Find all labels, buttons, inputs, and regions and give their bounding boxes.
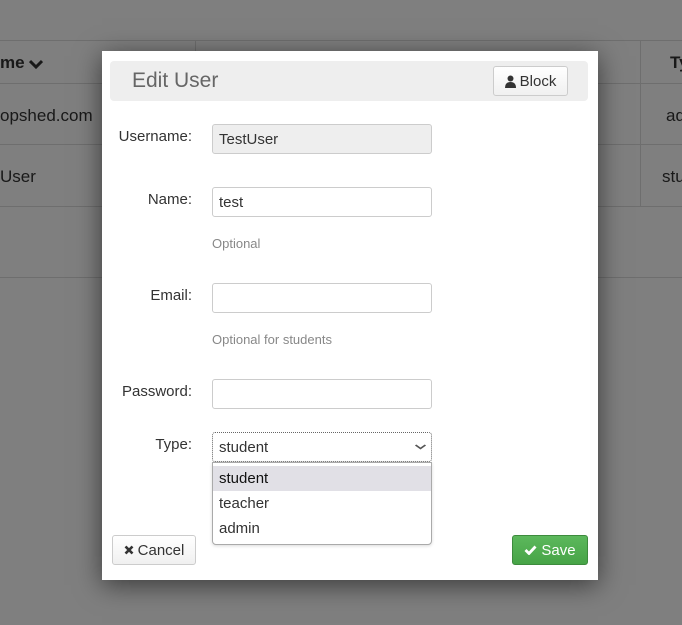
close-icon [124,545,134,555]
type-option-admin[interactable]: admin [213,516,431,541]
modal-header: Edit User Block [110,61,588,101]
save-button[interactable]: Save [512,535,588,565]
username-field: TestUser [212,124,432,154]
username-label: Username: [118,128,192,145]
email-label: Email: [150,287,192,304]
type-option-student[interactable]: student [213,466,431,491]
name-help-text: Optional [212,236,261,251]
modal-title: Edit User [132,69,219,92]
type-label: Type: [155,436,192,453]
name-label: Name: [147,191,192,208]
email-field[interactable] [212,283,432,313]
password-label: Password: [121,383,192,400]
block-button-label: Block [519,72,557,90]
email-help-text: Optional for students [212,332,332,347]
type-select[interactable]: student [212,432,432,462]
name-field[interactable]: test [212,187,432,217]
password-field[interactable] [212,379,432,409]
save-button-label: Save [541,541,576,559]
cancel-button-label: Cancel [137,541,185,559]
type-option-teacher[interactable]: teacher [213,491,431,516]
user-icon [504,75,516,88]
edit-user-dialog: Edit User Block Username: TestUser Name:… [102,51,598,580]
check-icon [524,545,537,555]
type-dropdown-list: student teacher admin [212,462,432,545]
chevron-down-icon [414,444,427,450]
cancel-button[interactable]: Cancel [112,535,196,565]
block-button[interactable]: Block [493,66,568,96]
